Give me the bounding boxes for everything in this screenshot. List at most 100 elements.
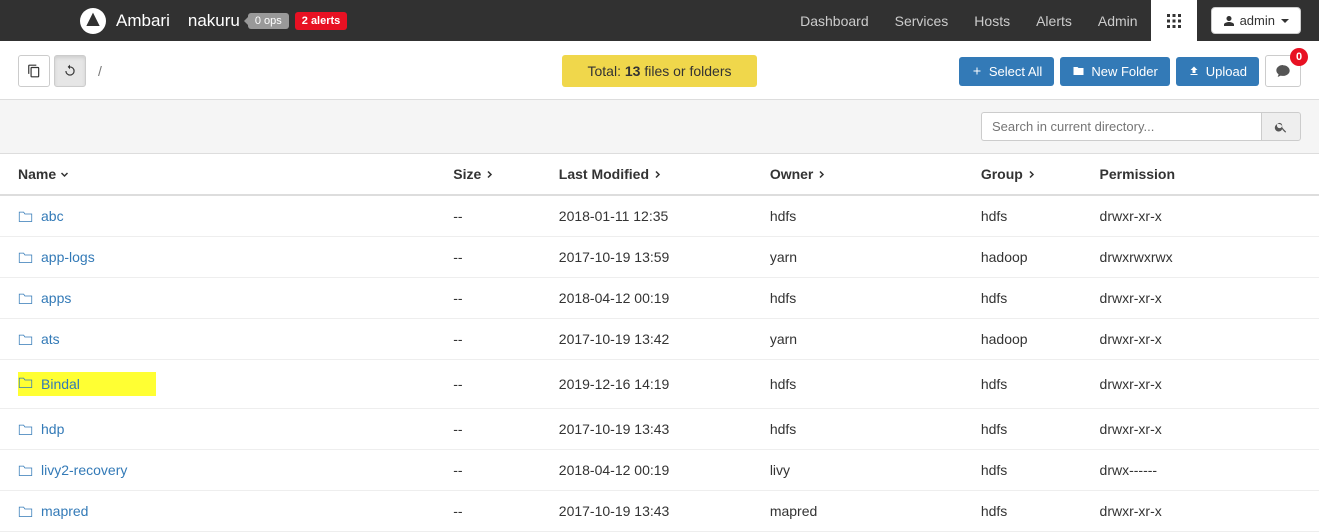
folder-link[interactable]: app-logs	[18, 249, 417, 265]
ambari-logo[interactable]	[80, 8, 106, 34]
table-row[interactable]: Bindal--2019-12-16 14:19hdfshdfsdrwxr-xr…	[0, 360, 1319, 409]
cell-perm: drwxr-xr-x	[1082, 278, 1319, 319]
cell-modified: 2017-10-19 13:43	[541, 409, 752, 450]
cell-group: hdfs	[963, 450, 1082, 491]
select-all-button[interactable]: Select All	[959, 57, 1054, 86]
col-size-label: Size	[453, 166, 481, 182]
toolbar: / Total: 13 files or folders Select All …	[0, 41, 1319, 99]
cell-group: hadoop	[963, 319, 1082, 360]
cell-size: --	[435, 278, 541, 319]
brand-label[interactable]: Ambari	[116, 11, 170, 31]
search-row	[0, 99, 1319, 154]
col-modified[interactable]: Last Modified	[541, 154, 752, 195]
cell-modified: 2018-01-11 12:35	[541, 195, 752, 237]
col-name[interactable]: Name	[0, 154, 435, 195]
col-size[interactable]: Size	[435, 154, 541, 195]
chevron-right-icon	[485, 166, 494, 182]
folder-name: abc	[41, 208, 64, 224]
table-row[interactable]: ats--2017-10-19 13:42yarnhadoopdrwxr-xr-…	[0, 319, 1319, 360]
table-row[interactable]: abc--2018-01-11 12:35hdfshdfsdrwxr-xr-x	[0, 195, 1319, 237]
folder-name: Bindal	[41, 376, 80, 392]
cell-modified: 2019-12-16 14:19	[541, 360, 752, 409]
cell-modified: 2017-10-19 13:43	[541, 491, 752, 532]
folder-name: hdp	[41, 421, 64, 437]
folder-name: apps	[41, 290, 71, 306]
nav-dashboard[interactable]: Dashboard	[787, 0, 882, 41]
messages-count: 0	[1290, 48, 1308, 66]
folder-link[interactable]: Bindal	[18, 374, 118, 394]
cluster-name[interactable]: nakuru	[188, 11, 240, 31]
cell-owner: yarn	[752, 237, 963, 278]
ops-badge[interactable]: 0 ops	[248, 13, 289, 29]
messages-button[interactable]: 0	[1265, 55, 1301, 87]
cell-size: --	[435, 319, 541, 360]
nav-services[interactable]: Services	[882, 0, 962, 41]
cell-owner: hdfs	[752, 409, 963, 450]
top-navbar: Ambari nakuru 0 ops 2 alerts Dashboard S…	[0, 0, 1319, 41]
new-folder-button[interactable]: New Folder	[1060, 57, 1169, 86]
folder-link[interactable]: livy2-recovery	[18, 462, 417, 478]
cell-perm: drwxr-xr-x	[1082, 409, 1319, 450]
table-row[interactable]: apps--2018-04-12 00:19hdfshdfsdrwxr-xr-x	[0, 278, 1319, 319]
cell-group: hdfs	[963, 409, 1082, 450]
cell-owner: hdfs	[752, 278, 963, 319]
new-tab-button[interactable]	[18, 55, 50, 87]
user-icon	[1223, 15, 1235, 27]
col-owner-label: Owner	[770, 166, 814, 182]
apps-grid-icon[interactable]	[1151, 0, 1197, 41]
folder-link[interactable]: ats	[18, 331, 417, 347]
table-row[interactable]: livy2-recovery--2018-04-12 00:19livyhdfs…	[0, 450, 1319, 491]
col-permission-label: Permission	[1100, 166, 1175, 182]
cell-size: --	[435, 360, 541, 409]
nav-alerts[interactable]: Alerts	[1023, 0, 1085, 41]
breadcrumb[interactable]: /	[98, 63, 102, 79]
cell-modified: 2017-10-19 13:42	[541, 319, 752, 360]
alerts-badge[interactable]: 2 alerts	[295, 12, 348, 30]
col-permission[interactable]: Permission	[1082, 154, 1319, 195]
cell-group: hdfs	[963, 195, 1082, 237]
col-name-label: Name	[18, 166, 56, 182]
table-row[interactable]: app-logs--2017-10-19 13:59yarnhadoopdrwx…	[0, 237, 1319, 278]
total-suffix: files or folders	[640, 63, 731, 79]
refresh-button[interactable]	[54, 55, 86, 87]
search-input[interactable]	[981, 112, 1261, 141]
caret-down-icon	[1281, 19, 1289, 23]
total-prefix: Total:	[588, 63, 625, 79]
upload-button[interactable]: Upload	[1176, 57, 1259, 86]
folder-link[interactable]: abc	[18, 208, 417, 224]
user-menu-button[interactable]: admin	[1211, 7, 1301, 34]
nav-hosts[interactable]: Hosts	[961, 0, 1023, 41]
folder-link[interactable]: mapred	[18, 503, 417, 519]
upload-icon	[1188, 65, 1200, 77]
cell-perm: drwxr-xr-x	[1082, 360, 1319, 409]
cell-size: --	[435, 491, 541, 532]
cell-group: hdfs	[963, 278, 1082, 319]
col-group[interactable]: Group	[963, 154, 1082, 195]
table-row[interactable]: hdp--2017-10-19 13:43hdfshdfsdrwxr-xr-x	[0, 409, 1319, 450]
new-folder-label: New Folder	[1091, 64, 1157, 79]
cell-size: --	[435, 237, 541, 278]
search-button[interactable]	[1261, 112, 1301, 141]
search-icon	[1274, 120, 1288, 134]
folder-name: ats	[41, 331, 60, 347]
cell-perm: drwxr-xr-x	[1082, 491, 1319, 532]
folder-name: app-logs	[41, 249, 95, 265]
chat-icon	[1275, 63, 1291, 79]
folder-name: livy2-recovery	[41, 462, 127, 478]
folder-link[interactable]: hdp	[18, 421, 417, 437]
cell-modified: 2018-04-12 00:19	[541, 450, 752, 491]
total-count: 13	[625, 63, 641, 79]
cell-owner: hdfs	[752, 195, 963, 237]
nav-admin[interactable]: Admin	[1085, 0, 1151, 41]
cell-perm: drwx------	[1082, 450, 1319, 491]
plus-icon	[971, 65, 983, 77]
cell-owner: livy	[752, 450, 963, 491]
select-all-label: Select All	[989, 64, 1042, 79]
table-row[interactable]: mapred--2017-10-19 13:43mapredhdfsdrwxr-…	[0, 491, 1319, 532]
cell-group: hdfs	[963, 491, 1082, 532]
folder-link[interactable]: apps	[18, 290, 417, 306]
col-owner[interactable]: Owner	[752, 154, 963, 195]
cell-size: --	[435, 195, 541, 237]
chevron-right-icon	[1027, 166, 1036, 182]
col-group-label: Group	[981, 166, 1023, 182]
